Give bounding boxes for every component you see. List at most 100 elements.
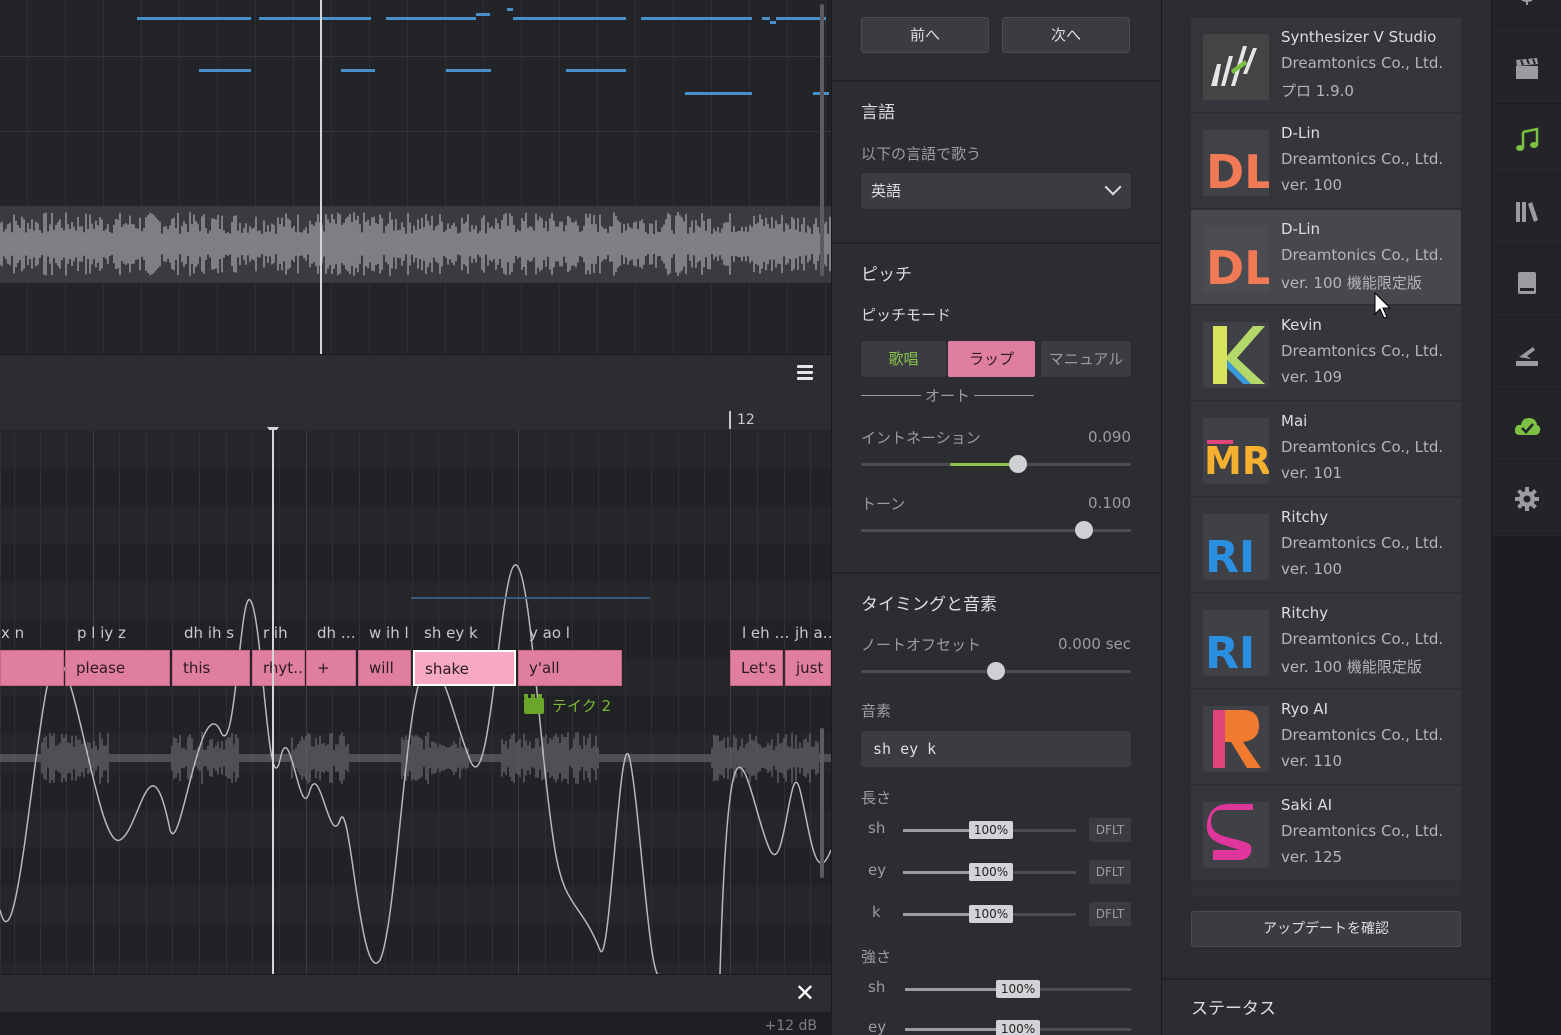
prev-button[interactable]: 前へ [861,17,989,53]
voice-name: Ryo AI [1281,700,1329,718]
duration-value[interactable]: 100% [969,821,1013,839]
note-block[interactable]: this [172,650,250,686]
svg-text:RI: RI [1205,628,1255,676]
piano-roll[interactable]: x n p l iy z dh ih s r ih dh … w ih l sh… [0,430,831,974]
voice-version: ver. 100 機能限定版 [1281,274,1422,292]
default-button[interactable]: DFLT [1089,902,1131,926]
note-block[interactable] [0,650,64,686]
duration-phoneme-label: ey [868,861,887,879]
voice-item[interactable]: MR Mai Dreamtonics Co., Ltd. ver. 101 [1191,402,1461,497]
voice-item[interactable]: RI Ritchy Dreamtonics Co., Ltd. ver. 100… [1191,594,1461,689]
pitch-curve[interactable] [0,430,831,974]
next-button[interactable]: 次へ [1002,17,1130,53]
library-icon[interactable] [1492,177,1561,247]
note-block[interactable]: + [306,650,356,686]
note-block[interactable]: Let's [730,650,783,686]
note-range-line [411,597,650,599]
grid-line [293,0,294,354]
arrangement-note[interactable] [507,8,513,11]
note-block[interactable]: rhyt… [252,650,305,686]
duration-label: 長さ [861,789,892,807]
book-icon[interactable] [1492,248,1561,318]
voice-list[interactable]: Synthesizer V Studio Dreamtonics Co., Lt… [1191,18,1461,896]
intonation-slider-knob[interactable] [1009,455,1027,473]
phoneme-label: l eh … [742,624,790,642]
voice-version: ver. 100 機能限定版 [1281,658,1422,676]
strength-phoneme-label: ey [868,1018,887,1035]
voice-version: プロ 1.9.0 [1281,82,1354,100]
note-block[interactable]: please [65,650,170,686]
check-updates-button[interactable]: アップデートを確認 [1191,911,1461,947]
arrangement-note[interactable] [446,69,491,72]
music-note-icon[interactable] [1492,105,1561,175]
strength-value[interactable]: 100% [996,980,1040,998]
cloud-check-icon[interactable] [1492,392,1561,462]
voice-item[interactable]: DL D-Lin Dreamtonics Co., Ltd. ver. 100 … [1191,210,1461,305]
clapperboard-icon[interactable] [1492,34,1561,104]
pitch-mode-label: ピッチモード [861,306,952,324]
editor-area: 12 x n p l iy z dh ih s r ih dh … w ih l… [0,0,831,1035]
arrangement-note[interactable] [341,69,375,72]
voice-item[interactable]: RI Ritchy Dreamtonics Co., Ltd. ver. 100 [1191,498,1461,593]
voice-company: Dreamtonics Co., Ltd. [1281,630,1444,648]
phoneme-label: dh ih s [184,624,235,642]
note-block-selected[interactable]: shake [413,650,516,686]
note-offset-slider-knob[interactable] [987,662,1005,680]
duration-value[interactable]: 100% [969,863,1013,881]
duration-value[interactable]: 100% [969,905,1013,923]
arrangement-note[interactable] [137,17,251,20]
default-button[interactable]: DFLT [1089,818,1131,842]
voice-item[interactable]: Kevin Dreamtonics Co., Ltd. ver. 109 [1191,306,1461,401]
arrangement-note[interactable] [762,17,770,20]
piano-roll-scrollbar[interactable] [820,728,824,878]
voice-item[interactable]: Ryo AI Dreamtonics Co., Ltd. ver. 110 [1191,690,1461,785]
grid-line [27,0,28,354]
voice-item[interactable]: Synthesizer V Studio Dreamtonics Co., Lt… [1191,18,1461,113]
arrangement-view[interactable] [0,0,831,354]
menu-icon[interactable] [797,365,813,381]
phoneme-label: p l iy z [77,624,126,642]
arrangement-note[interactable] [776,17,826,20]
arrangement-scrollbar[interactable] [820,4,824,276]
tone-value: 0.100 [1088,494,1131,512]
arrangement-note[interactable] [259,17,371,20]
microphone-icon[interactable] [1492,0,1561,26]
grid-line [255,0,256,354]
arrangement-note[interactable] [199,69,251,72]
language-select[interactable]: 英語 [861,173,1131,209]
arrangement-note[interactable] [641,17,752,20]
audio-waveform-lane[interactable] [0,206,831,282]
svg-text:DL: DL [1206,145,1269,196]
mode-manual-button[interactable]: マニュアル [1041,341,1131,377]
playhead[interactable] [320,0,322,354]
arrangement-note[interactable] [770,21,776,24]
strength-label: 強さ [861,948,892,966]
voice-company: Dreamtonics Co., Ltd. [1281,726,1444,744]
arrangement-note[interactable] [685,92,752,95]
note-block[interactable]: just [785,650,831,686]
strength-value[interactable]: 100% [996,1020,1040,1035]
voice-name: Ritchy [1281,508,1329,526]
phoneme-input[interactable]: sh ey k [861,731,1131,767]
mode-sing-button[interactable]: 歌唱 [861,341,946,377]
voice-version: ver. 109 [1281,368,1343,386]
gear-icon[interactable] [1492,464,1561,534]
voice-item[interactable]: Saki AI Dreamtonics Co., Ltd. ver. 125 [1191,786,1461,881]
mode-rap-button[interactable]: ラップ [948,341,1035,377]
note-block[interactable]: y'all [518,650,622,686]
note-block[interactable]: will [358,650,411,686]
voice-name: Mai [1281,412,1308,430]
default-button[interactable]: DFLT [1089,860,1131,884]
arrangement-note[interactable] [386,17,476,20]
voice-item[interactable]: DL D-Lin Dreamtonics Co., Ltd. ver. 100 [1191,114,1461,209]
playhead[interactable] [272,430,274,974]
arrangement-note[interactable] [476,13,490,16]
arrangement-note[interactable] [566,69,626,72]
side-rail [1491,0,1561,1035]
render-icon[interactable] [1492,320,1561,390]
tone-slider-knob[interactable] [1075,521,1093,539]
phoneme-label: jh a… [795,624,831,642]
take-indicator[interactable]: テイク 2 [524,693,611,716]
close-icon[interactable]: ✕ [795,981,815,1005]
arrangement-note[interactable] [513,17,626,20]
